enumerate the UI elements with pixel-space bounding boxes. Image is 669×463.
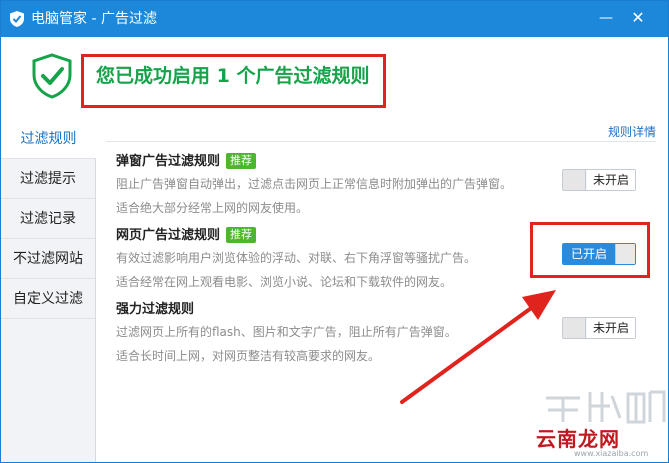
close-button[interactable]: ✕	[625, 7, 651, 29]
rule-description: 阻止广告弹窗自动弹出，过滤点击网页上正常信息时附加弹出的广告弹窗。	[116, 177, 513, 191]
minimize-button[interactable]: —	[593, 7, 619, 29]
window-title: 电脑管家 - 广告过滤	[31, 11, 157, 27]
shield-check-icon	[32, 53, 72, 99]
rule-header: 强力过滤规则	[116, 299, 194, 317]
status-banner: 您已成功启用 1 个广告过滤规则	[1, 37, 668, 120]
rule-description: 有效过滤影响用户浏览体验的浮动、对联、右下角浮窗等骚扰广告。	[116, 251, 477, 265]
highlight-frame-toggle	[530, 222, 650, 278]
rule-audience: 适合长时间上网，对网页整洁有较高要求的网友。	[116, 349, 381, 363]
tab-filter-records[interactable]: 过滤记录	[1, 199, 95, 239]
rule-audience: 适合经常在网上观看电影、浏览小说、论坛和下载软件的网友。	[116, 275, 453, 289]
recommended-badge: 推荐	[226, 153, 257, 169]
tab-whitelist-sites[interactable]: 不过滤网站	[1, 239, 95, 279]
toggle-knob	[563, 170, 586, 190]
tab-custom-filter[interactable]: 自定义过滤	[1, 279, 95, 319]
rule-toggle-popup-ads[interactable]: 未开启	[562, 169, 636, 191]
toggle-label: 未开启	[587, 170, 635, 190]
watermark-text: 云南龙网	[536, 427, 620, 451]
toggle-label: 未开启	[587, 318, 635, 338]
toggle-knob	[563, 318, 586, 338]
tab-filter-tips[interactable]: 过滤提示	[1, 159, 95, 199]
rule-name: 网页广告过滤规则	[116, 228, 221, 243]
rule-header: 弹窗广告过滤规则 推荐	[116, 151, 257, 169]
minimize-icon: —	[599, 10, 613, 26]
rule-toggle-strong-filter[interactable]: 未开启	[562, 317, 636, 339]
rule-name: 弹窗广告过滤规则	[116, 154, 221, 169]
recommended-badge: 推荐	[226, 227, 257, 243]
watermark-url: www.xiazaiba.com	[574, 449, 649, 458]
tab-filter-rules[interactable]: 过滤规则	[1, 119, 96, 159]
title-bar[interactable]: 电脑管家 - 广告过滤 — ✕	[1, 1, 668, 37]
rule-details-link[interactable]: 规则详情	[608, 123, 656, 140]
rule-header: 网页广告过滤规则 推荐	[116, 225, 257, 243]
rule-name: 强力过滤规则	[116, 302, 195, 317]
sidebar: 过滤规则 过滤提示 过滤记录 不过滤网站 自定义过滤	[1, 119, 96, 462]
app-logo-icon	[10, 11, 24, 27]
divider	[106, 141, 656, 142]
close-icon: ✕	[631, 8, 645, 27]
rule-description: 过滤网页上所有的flash、图片和文字广告，阻止所有广告弹窗。	[116, 325, 457, 339]
rule-audience: 适合绝大部分经常上网的网友使用。	[116, 201, 309, 215]
highlight-frame	[81, 54, 386, 108]
